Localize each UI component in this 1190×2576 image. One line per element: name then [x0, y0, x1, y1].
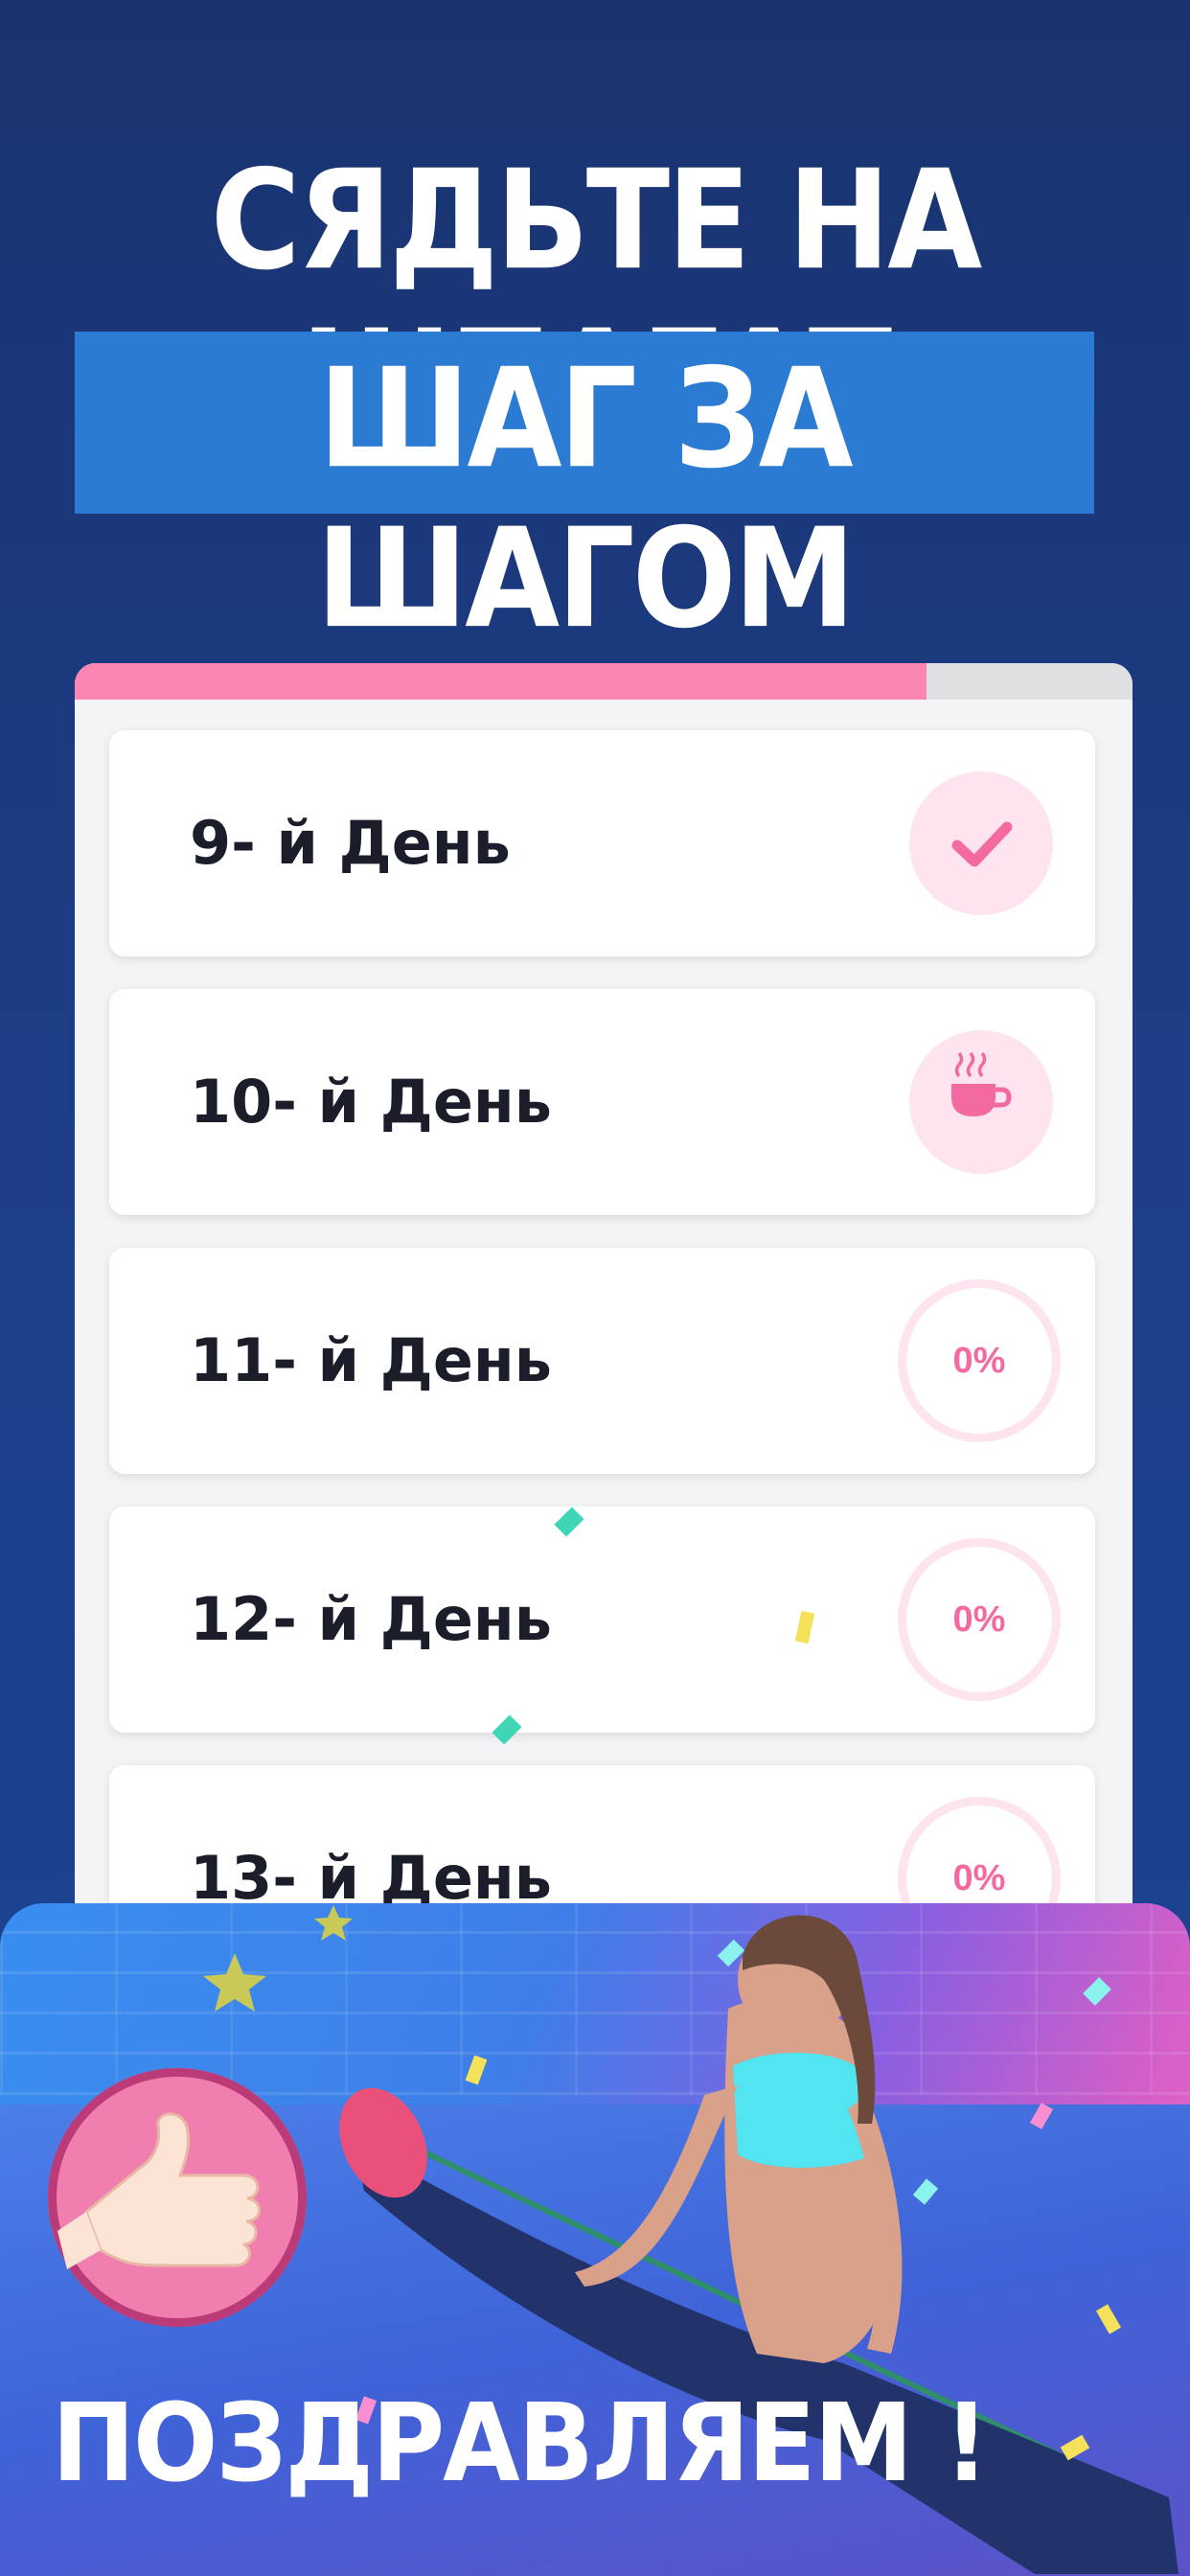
coffee-cup-icon [951, 1051, 1012, 1116]
day-row-9[interactable]: 9- й День [109, 730, 1095, 956]
plan-progress-fill [75, 663, 927, 700]
completed-badge [909, 771, 1053, 915]
congratulations-text: ПОЗДРАВЛЯЕМ ! [52, 2380, 990, 2506]
plan-progress-bar [75, 663, 1133, 700]
plan-card: 9- й День 10- й День 11- й День 0% 12- й… [75, 663, 1133, 1966]
subheadline: ШАГ ЗА ШАГОМ [316, 339, 856, 659]
progress-percent: 0% [952, 1341, 1006, 1381]
day-label: 9- й День [190, 808, 511, 878]
rest-day-badge [909, 1030, 1053, 1174]
day-row-10[interactable]: 10- й День [109, 989, 1095, 1215]
day-row-11[interactable]: 11- й День 0% [109, 1248, 1095, 1474]
day-label: 11- й День [190, 1325, 552, 1395]
day-label: 12- й День [190, 1584, 552, 1654]
day-row-12[interactable]: 12- й День 0% [109, 1506, 1095, 1733]
check-icon [951, 821, 1013, 867]
progress-ring: 0% [898, 1279, 1061, 1442]
thumbs-up-badge [48, 2068, 307, 2327]
day-label: 10- й День [190, 1067, 552, 1137]
progress-ring: 0% [898, 1538, 1061, 1701]
progress-percent: 0% [952, 1599, 1006, 1640]
thumbs-up-icon [57, 2112, 262, 2269]
